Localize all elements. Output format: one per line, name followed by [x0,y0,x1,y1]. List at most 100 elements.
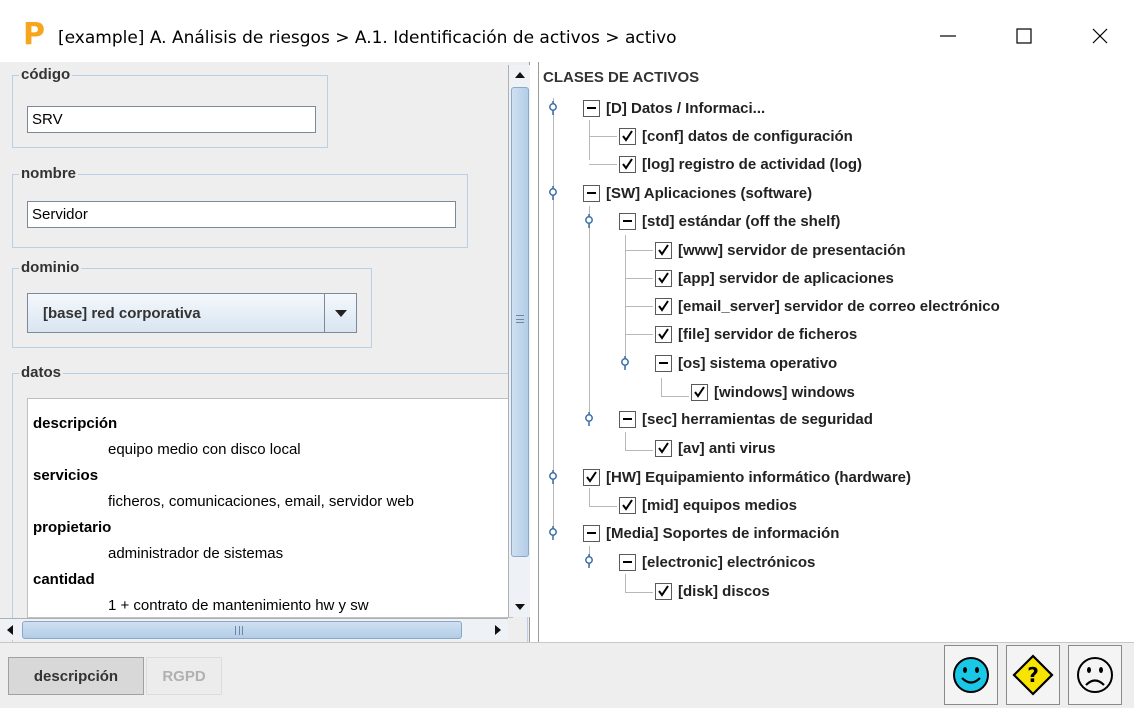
happy-face-icon [953,657,989,693]
collapse-box-icon[interactable] [583,184,600,202]
accept-button[interactable] [944,645,998,705]
tree-line [589,136,617,137]
tree-line [589,206,590,418]
maximize-icon [1016,28,1032,44]
tree-line [589,120,590,160]
collapse-box-icon[interactable] [583,99,600,117]
tree-node[interactable]: [SW] Aplicaciones (software) [583,179,812,207]
checkbox-checked-icon[interactable] [619,496,636,514]
horizontal-scrollbar[interactable] [0,618,508,640]
tree-node[interactable]: [std] estándar (off the shelf) [619,207,840,235]
tree-line [625,334,653,335]
datos-content: descripción equipo medio con disco local… [33,411,414,617]
checkbox-checked-icon[interactable] [655,241,672,259]
codigo-input[interactable] [27,106,316,133]
tab-rgpd[interactable]: RGPD [146,657,222,695]
tree-line [625,450,653,451]
minimize-icon [940,35,956,37]
node-expand-handle-icon[interactable] [548,470,558,484]
tree-node[interactable]: [windows] windows [691,378,855,406]
scroll-up-button[interactable] [509,65,531,85]
tree-line [625,306,653,307]
tree-node[interactable]: [Media] Soportes de información [583,519,839,547]
tree-line [661,378,662,396]
vertical-scrollbar[interactable] [508,65,530,617]
collapse-box-icon[interactable] [583,524,600,542]
help-button[interactable]: ? [1006,645,1060,705]
minimize-button[interactable] [920,14,976,58]
checkbox-checked-icon[interactable] [619,127,636,145]
bottom-toolbar: descripción RGPD ? [0,642,1134,708]
dropdown-arrow-button[interactable] [324,294,356,332]
node-expand-handle-icon[interactable] [548,526,558,540]
tree-node[interactable]: [log] registro de actividad (log) [619,150,862,178]
svg-text:P: P [23,18,45,48]
nombre-input[interactable] [27,201,456,228]
scroll-right-button[interactable] [488,619,508,641]
asset-classes-tree[interactable]: CLASES DE ACTIVOS [D] Datos / Informaci.… [538,62,1134,642]
close-icon [1092,28,1108,44]
node-expand-handle-icon[interactable] [584,412,594,426]
collapse-box-icon[interactable] [655,354,672,372]
tree-line [625,235,626,368]
tree-node[interactable]: [D] Datos / Informaci... [583,94,765,122]
tree-line [661,396,689,397]
arrow-up-icon [515,72,525,78]
checkbox-checked-icon[interactable] [655,297,672,315]
node-expand-handle-icon[interactable] [584,554,594,568]
vertical-scroll-thumb[interactable] [511,87,529,557]
tree-node-label: [Media] Soportes de información [606,524,840,542]
checkbox-checked-icon[interactable] [655,269,672,287]
grip-icon [235,626,243,635]
datos-value: 1 + contrato de mantenimiento hw y sw [108,597,369,614]
collapse-box-icon[interactable] [619,553,636,571]
tree-node-label: [mid] equipos medios [642,496,798,514]
scroll-down-button[interactable] [509,597,531,617]
datos-fieldset: datos descripción equipo medio con disco… [12,364,528,643]
arrow-left-icon [7,625,13,635]
tree-node[interactable]: [electronic] electrónicos [619,548,815,576]
tree-node[interactable]: [conf] datos de configuración [619,122,853,150]
maximize-button[interactable] [996,14,1052,58]
close-button[interactable] [1072,14,1128,58]
dominio-fieldset: dominio [base] red corporativa [12,259,372,348]
checkbox-checked-icon[interactable] [583,468,600,486]
checkbox-checked-icon[interactable] [655,582,672,600]
tree-node[interactable]: [sec] herramientas de seguridad [619,405,873,433]
checkbox-checked-icon[interactable] [655,325,672,343]
tree-node-label: [electronic] electrónicos [642,553,816,571]
node-expand-handle-icon[interactable] [548,101,558,115]
tree-line [625,278,653,279]
tree-node[interactable]: [www] servidor de presentación [655,236,906,264]
tree-node[interactable]: [mid] equipos medios [619,491,797,519]
scroll-left-button[interactable] [0,619,20,641]
tab-descripcion[interactable]: descripción [8,657,144,695]
checkbox-checked-icon[interactable] [655,439,672,457]
grip-icon [516,315,524,323]
collapse-box-icon[interactable] [619,410,636,428]
horizontal-scroll-thumb[interactable] [22,621,462,639]
tree-node[interactable]: [disk] discos [655,577,770,605]
tree-node-label: [www] servidor de presentación [678,241,906,259]
datos-text-area[interactable]: descripción equipo medio con disco local… [27,398,513,618]
tree-node[interactable]: [app] servidor de aplicaciones [655,264,894,292]
tree-node[interactable]: [os] sistema operativo [655,349,837,377]
node-expand-handle-icon[interactable] [548,186,558,200]
checkbox-checked-icon[interactable] [619,155,636,173]
sad-face-icon [1077,657,1113,693]
datos-label: datos [19,364,64,381]
tree-node-label: [D] Datos / Informaci... [606,99,766,117]
tree-node[interactable]: [file] servidor de ficheros [655,320,857,348]
cancel-button[interactable] [1068,645,1122,705]
tree-line [589,164,617,165]
asset-form-panel: código nombre dominio [base] red corpora… [0,62,530,643]
tree-node-label: [disk] discos [678,582,770,600]
tree-node[interactable]: [email_server] servidor de correo electr… [655,292,1000,320]
tree-node[interactable]: [HW] Equipamiento informático (hardware) [583,463,911,491]
node-expand-handle-icon[interactable] [620,356,630,370]
checkbox-checked-icon[interactable] [691,383,708,401]
tree-node[interactable]: [av] anti virus [655,434,776,462]
collapse-box-icon[interactable] [619,212,636,230]
node-expand-handle-icon[interactable] [584,214,594,228]
dominio-select[interactable]: [base] red corporativa [27,293,357,333]
